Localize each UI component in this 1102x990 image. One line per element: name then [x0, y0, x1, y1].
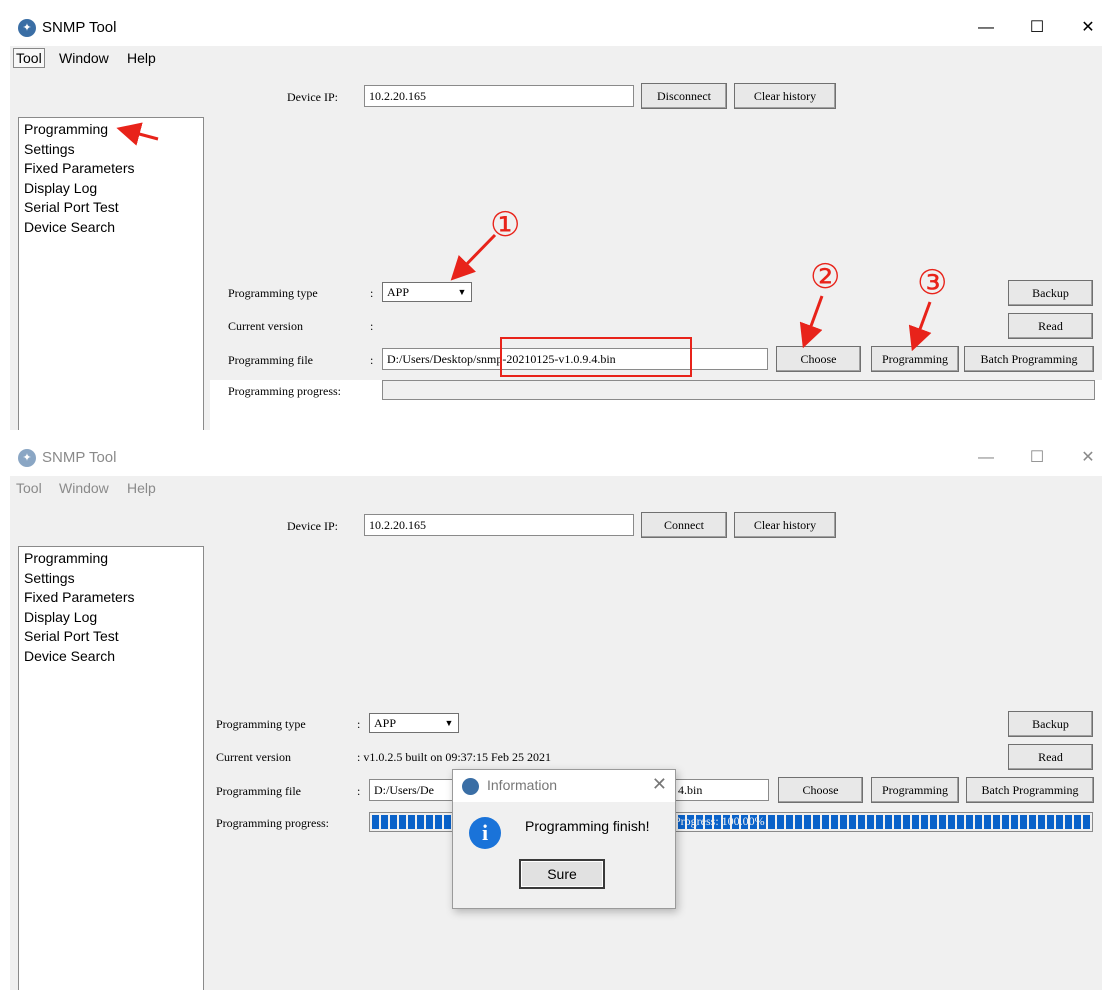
current-version-colon: : [370, 319, 374, 333]
menu-help[interactable]: Help [124, 480, 159, 496]
sidebar: Programming Settings Fixed Parameters Di… [18, 546, 204, 990]
programming-type-value: APP [374, 716, 397, 730]
sidebar-item-display-log[interactable]: Display Log [24, 180, 97, 196]
programming-type-value: APP [387, 285, 410, 299]
sidebar-item-device-search[interactable]: Device Search [24, 219, 115, 235]
progress-text: Progress: 100.00% [674, 814, 765, 828]
close-icon[interactable]: ✕ [1068, 444, 1102, 472]
step-2-marker: ② [810, 258, 841, 296]
sidebar-item-settings[interactable]: Settings [24, 570, 75, 586]
app-icon: ✦ [18, 449, 36, 467]
device-ip-label: Device IP: [287, 519, 338, 533]
backup-button[interactable]: Backup [1008, 711, 1093, 737]
programming-file-colon: : [357, 784, 361, 798]
dialog-title-bar: Information ✕ [453, 770, 675, 802]
batch-programming-button[interactable]: Batch Programming [966, 777, 1094, 803]
maximize-icon[interactable]: ☐ [1017, 14, 1057, 42]
dialog-message: Programming finish! [525, 818, 650, 834]
programming-type-label: Programming type [216, 717, 306, 731]
app-icon [462, 778, 479, 795]
window-title: SNMP Tool [42, 19, 117, 36]
dialog-title: Information [487, 777, 558, 793]
sidebar-item-fixed-parameters[interactable]: Fixed Parameters [24, 589, 134, 605]
sidebar-item-serial-port-test[interactable]: Serial Port Test [24, 628, 119, 644]
menu-window[interactable]: Window [56, 480, 112, 496]
clear-history-button[interactable]: Clear history [734, 512, 836, 538]
sidebar-item-device-search[interactable]: Device Search [24, 648, 115, 664]
programming-type-select[interactable]: APP ▼ [369, 713, 459, 733]
choose-button[interactable]: Choose [776, 346, 861, 372]
device-ip-input[interactable]: 10.2.20.165 [364, 514, 634, 536]
information-dialog: Information ✕ i Programming finish! Sure [452, 769, 676, 909]
maximize-icon[interactable]: ☐ [1017, 444, 1057, 472]
programming-progress-label: Programming progress: [216, 816, 329, 830]
current-version-value: : v1.0.2.5 built on 09:37:15 Feb 25 2021 [357, 750, 552, 764]
programming-type-label: Programming type [228, 286, 318, 300]
menu-help[interactable]: Help [124, 50, 159, 66]
disconnect-button[interactable]: Disconnect [641, 83, 727, 109]
programming-type-colon: : [370, 286, 374, 300]
chevron-down-icon: ▼ [444, 718, 454, 728]
programming-file-label: Programming file [216, 784, 301, 798]
sidebar-item-fixed-parameters[interactable]: Fixed Parameters [24, 160, 134, 176]
menu-tool[interactable]: Tool [13, 480, 45, 496]
window-title: SNMP Tool [42, 449, 117, 466]
connect-button[interactable]: Connect [641, 512, 727, 538]
programming-button[interactable]: Programming [871, 346, 959, 372]
programming-file-label: Programming file [228, 353, 313, 367]
menu-window[interactable]: Window [56, 50, 112, 66]
current-version-label: Current version [228, 319, 303, 333]
title-bar: ✦ SNMP Tool — ☐ ✕ [10, 10, 1102, 46]
programming-type-select[interactable]: APP ▼ [382, 282, 472, 302]
batch-programming-button[interactable]: Batch Programming [964, 346, 1094, 372]
programming-type-colon: : [357, 717, 361, 731]
sidebar-item-serial-port-test[interactable]: Serial Port Test [24, 199, 119, 215]
device-ip-label: Device IP: [287, 90, 338, 104]
backup-button[interactable]: Backup [1008, 280, 1093, 306]
menu-bar: Tool Window Help [10, 476, 1102, 502]
menu-bar: Tool Window Help [10, 46, 1102, 72]
sidebar: Programming Settings Fixed Parameters Di… [18, 117, 204, 430]
programming-button[interactable]: Programming [871, 777, 959, 803]
choose-button[interactable]: Choose [778, 777, 863, 803]
current-version-label: Current version [216, 750, 291, 764]
sure-button[interactable]: Sure [519, 859, 605, 889]
sidebar-item-programming[interactable]: Programming [24, 550, 108, 566]
programming-file-colon: : [370, 353, 374, 367]
device-ip-input[interactable]: 10.2.20.165 [364, 85, 634, 107]
app-icon: ✦ [18, 19, 36, 37]
programming-progress-label: Programming progress: [228, 384, 341, 398]
minimize-icon[interactable]: — [966, 14, 1006, 42]
read-button[interactable]: Read [1008, 744, 1093, 770]
step-1-marker: ① [490, 206, 521, 244]
chevron-down-icon: ▼ [457, 287, 467, 297]
clear-history-button[interactable]: Clear history [734, 83, 836, 109]
minimize-icon[interactable]: — [966, 444, 1006, 472]
step-3-marker: ③ [917, 264, 948, 302]
sidebar-item-display-log[interactable]: Display Log [24, 609, 97, 625]
close-icon[interactable]: ✕ [1068, 14, 1102, 42]
info-icon: i [469, 817, 501, 849]
dialog-close-icon[interactable]: ✕ [652, 774, 667, 795]
sidebar-item-settings[interactable]: Settings [24, 141, 75, 157]
highlight-box [500, 337, 692, 377]
programming-file-value-end: 4.bin [678, 783, 703, 797]
menu-tool[interactable]: Tool [13, 48, 45, 68]
title-bar: ✦ SNMP Tool — ☐ ✕ [10, 440, 1102, 476]
read-button[interactable]: Read [1008, 313, 1093, 339]
programming-file-value-start: D:/Users/De [374, 783, 434, 797]
programming-progress-bar [382, 380, 1095, 400]
sidebar-item-programming[interactable]: Programming [24, 121, 108, 137]
